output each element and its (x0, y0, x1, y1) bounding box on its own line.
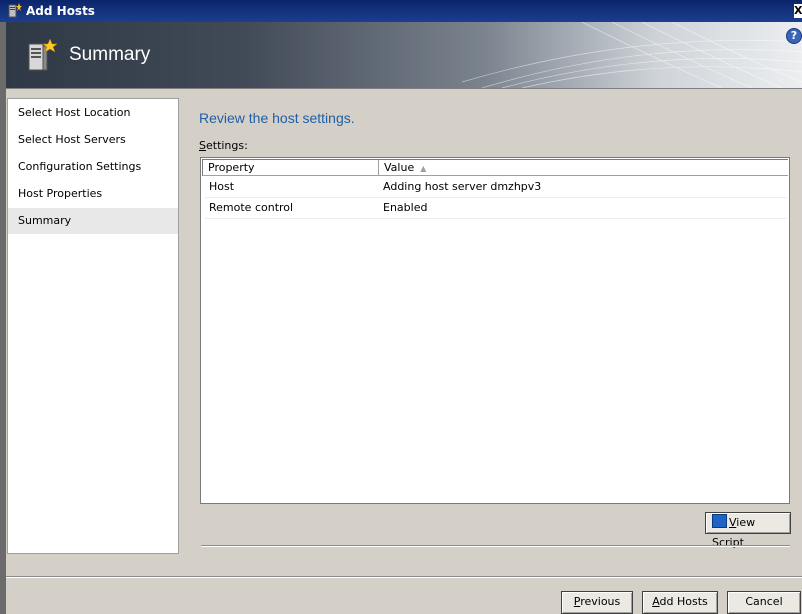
add-hosts-button[interactable]: Add Hosts (642, 591, 718, 614)
add-hosts-accelerator: A (652, 595, 660, 608)
row-value: Adding host server dmzhpv3 (383, 180, 542, 193)
column-header-value-label: Value (384, 161, 415, 174)
view-script-button[interactable]: View Script (705, 512, 791, 549)
window-title: Add Hosts (26, 4, 95, 18)
row-value: Enabled (383, 201, 428, 214)
settings-label-text: ettings: (205, 139, 248, 152)
add-hosts-label: dd Hosts (659, 595, 708, 608)
wizard-steps-panel: Select Host Location Select Host Servers… (7, 98, 179, 554)
powershell-icon (712, 514, 727, 528)
settings-grid[interactable]: Property Value ▲ Host Adding host server … (200, 157, 790, 504)
footer-divider (6, 576, 802, 578)
cancel-button[interactable]: Cancel (727, 591, 801, 614)
window-app-icon (8, 3, 22, 18)
nav-item-select-host-location[interactable]: Select Host Location (8, 100, 178, 126)
window-frame-left (0, 22, 6, 614)
column-header-value[interactable]: Value ▲ (379, 160, 787, 176)
help-icon[interactable]: ? (786, 28, 802, 44)
header-banner: Summary ? (6, 22, 802, 88)
page-title: Summary (69, 44, 151, 65)
column-header-property-label: Property (208, 161, 255, 174)
nav-item-select-host-servers[interactable]: Select Host Servers (8, 127, 178, 153)
table-row[interactable]: Remote control Enabled (205, 198, 787, 219)
server-wizard-icon (28, 38, 58, 71)
close-button[interactable]: X (794, 4, 802, 18)
settings-label: Settings: (199, 139, 248, 152)
sort-ascending-icon: ▲ (420, 164, 427, 173)
grid-header: Property Value ▲ (202, 159, 788, 176)
row-property: Remote control (209, 201, 294, 214)
settings-label-accelerator: S (199, 139, 206, 152)
table-row[interactable]: Host Adding host server dmzhpv3 (205, 177, 787, 198)
banner-decoration (462, 22, 802, 88)
row-property: Host (209, 180, 235, 193)
nav-item-host-properties[interactable]: Host Properties (8, 181, 178, 207)
content-divider (201, 545, 790, 547)
section-heading: Review the host settings. (199, 110, 355, 126)
title-bar: Add Hosts X (0, 0, 802, 22)
nav-item-summary[interactable]: Summary (8, 208, 178, 234)
previous-label: revious (580, 595, 621, 608)
previous-button[interactable]: Previous (561, 591, 633, 614)
column-header-property[interactable]: Property (203, 160, 379, 176)
nav-item-configuration-settings[interactable]: Configuration Settings (8, 154, 178, 180)
banner-divider (6, 88, 802, 89)
